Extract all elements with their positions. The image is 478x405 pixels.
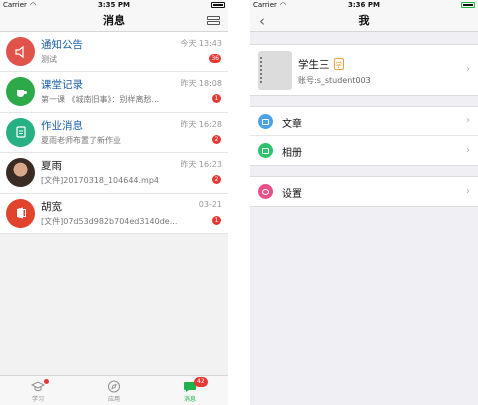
message-item-hukuan[interactable]: 胡宽 [文件]07d53d982b704ed3140de... 03-21 1 — [0, 193, 228, 234]
settings-icon — [258, 184, 273, 199]
office-icon — [6, 198, 35, 228]
profile-screen: Carrier ◠ 3:36 PM ‹ 我 学生三学 账号:s_student0… — [250, 0, 478, 405]
status-bar: Carrier ◠ 3:35 PM — [0, 0, 228, 10]
message-name: 胡宽 — [41, 200, 62, 213]
status-time: 3:35 PM — [98, 1, 130, 9]
message-list: 通知公告 测试 今天 13:43 36 课堂记录 第一课 《城南旧事》：别样离愁… — [0, 32, 228, 234]
chevron-right-icon: › — [466, 144, 470, 156]
chevron-right-icon: › — [466, 64, 470, 75]
switch-view-icon[interactable] — [207, 16, 220, 27]
speaker-icon — [6, 37, 35, 66]
menu-item-label: 相册 — [282, 148, 302, 159]
screenshot-root: Carrier ◠ 3:35 PM 消息 通知公告 测试 今天 13:43 36 — [0, 0, 478, 405]
notification-dot — [44, 379, 49, 384]
menu-group: 文章 › 相册 › — [250, 106, 478, 166]
nav-bar: ‹ 我 — [250, 10, 478, 32]
battery-icon — [461, 2, 475, 8]
menu-item-articles[interactable]: 文章 › — [250, 107, 478, 136]
nav-bar: 消息 — [0, 10, 228, 32]
menu-item-album[interactable]: 相册 › — [250, 136, 478, 165]
unread-badge: 1 — [212, 94, 221, 104]
tab-badge: 42 — [194, 377, 208, 387]
message-name: 通知公告 — [41, 39, 83, 51]
coffee-cup-icon — [6, 77, 35, 107]
tab-bar: 学习 应用 42 消息 — [0, 375, 228, 405]
message-item-class-record[interactable]: 课堂记录 第一课 《城南旧事》：别样离愁... 昨天 18:08 1 — [0, 72, 228, 113]
message-name: 课堂记录 — [41, 79, 83, 92]
message-preview: 夏雨老师布置了新作业 — [41, 135, 121, 145]
clipboard-icon — [6, 117, 35, 147]
compass-icon — [108, 380, 120, 393]
tab-label: 消息 — [183, 396, 196, 403]
menu-group: 设置 › — [250, 176, 478, 207]
article-icon — [258, 114, 273, 129]
message-time: 今天 13:43 — [180, 39, 222, 48]
status-time: 3:36 PM — [348, 1, 380, 9]
message-preview: 测试 — [41, 55, 57, 64]
message-time: 昨天 18:08 — [180, 79, 222, 89]
unread-badge: 2 — [212, 175, 221, 185]
unread-badge: 1 — [212, 215, 221, 225]
message-item-homework[interactable]: 作业消息 夏雨老师布置了新作业 昨天 16:28 2 — [0, 112, 228, 154]
tab-study[interactable]: 学习 — [0, 376, 76, 405]
message-time: 昨天 16:28 — [180, 119, 222, 129]
page-title: 消息 — [103, 14, 125, 27]
battery-icon — [211, 2, 225, 8]
page-title: 我 — [358, 14, 370, 27]
graduation-cap-icon — [31, 381, 45, 392]
student-tag: 学 — [333, 58, 344, 70]
message-item-notice[interactable]: 通知公告 测试 今天 13:43 36 — [0, 32, 228, 73]
notebook-avatar — [258, 51, 292, 90]
message-time: 昨天 16:23 — [180, 160, 222, 170]
user-avatar — [6, 158, 35, 188]
menu-item-label: 文章 — [282, 119, 302, 130]
chevron-right-icon: › — [466, 115, 470, 126]
profile-name: 学生三学 — [298, 58, 344, 71]
message-item-xiayu[interactable]: 夏雨 [文件]20170318_104644.mp4 昨天 16:23 2 — [0, 153, 228, 194]
message-preview: 第一课 《城南旧事》：别样离愁... — [41, 95, 160, 105]
messages-screen: Carrier ◠ 3:35 PM 消息 通知公告 测试 今天 13:43 36 — [0, 0, 228, 405]
profile-card[interactable]: 学生三学 账号:s_student003 › — [250, 44, 478, 96]
menu-item-settings[interactable]: 设置 › — [250, 177, 478, 206]
message-preview: [文件]20170318_104644.mp4 — [41, 176, 160, 186]
album-icon — [258, 143, 273, 158]
message-preview: [文件]07d53d982b704ed3140de... — [41, 216, 178, 226]
menu-item-label: 设置 — [282, 189, 302, 200]
tab-label: 学习 — [31, 396, 44, 403]
tab-messages[interactable]: 42 消息 — [152, 376, 228, 405]
unread-badge: 36 — [209, 54, 221, 63]
tab-apps[interactable]: 应用 — [76, 376, 152, 405]
message-time: 03-21 — [198, 199, 222, 209]
unread-badge: 2 — [212, 134, 221, 144]
chevron-right-icon: › — [466, 185, 470, 197]
message-name: 夏雨 — [41, 160, 62, 173]
status-bar: Carrier ◠ 3:36 PM — [250, 0, 478, 10]
message-name: 作业消息 — [41, 119, 83, 132]
tab-label: 应用 — [107, 396, 120, 403]
profile-account: 账号:s_student003 — [298, 76, 371, 85]
back-chevron-icon[interactable]: ‹ — [259, 10, 265, 32]
